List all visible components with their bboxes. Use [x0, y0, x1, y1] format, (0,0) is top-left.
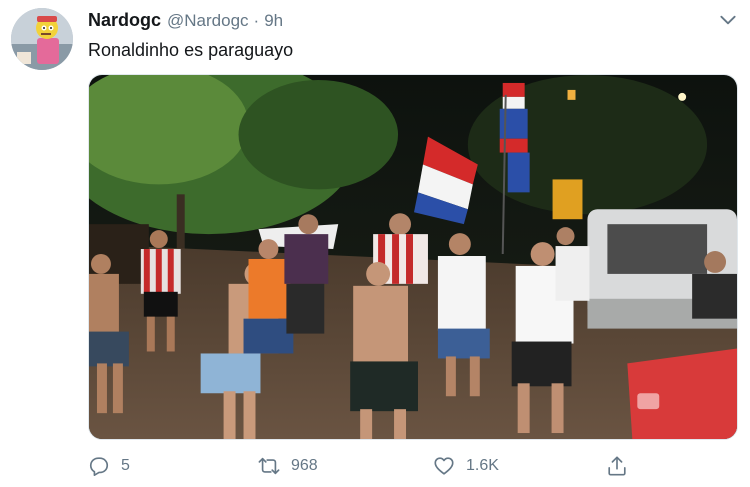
- tweet-text: Ronaldinho es paraguayo: [88, 40, 294, 60]
- share-icon: [608, 456, 626, 476]
- avatar[interactable]: [11, 8, 73, 70]
- tweet-photo[interactable]: [88, 74, 738, 440]
- reply-count: 5: [121, 457, 130, 474]
- tweet-actions: 5 968 1.6K: [88, 450, 648, 482]
- tweet-header: Nardogc @Nardogc · 9h: [88, 10, 736, 34]
- heart-icon: [434, 457, 454, 475]
- display-name[interactable]: Nardogc: [88, 10, 161, 31]
- user-handle[interactable]: @Nardogc: [167, 11, 249, 31]
- reply-button[interactable]: 5: [88, 450, 130, 482]
- cartoon-character-avatar-icon: [11, 8, 73, 70]
- retweet-icon: [258, 457, 280, 475]
- chevron-down-icon[interactable]: [718, 10, 738, 30]
- reply-icon: [89, 457, 109, 476]
- tweet-card: Nardogc @Nardogc · 9h Ronaldinho es para…: [0, 0, 750, 487]
- separator-dot: ·: [253, 11, 260, 30]
- share-button[interactable]: [606, 450, 628, 482]
- retweet-button[interactable]: 968: [258, 450, 318, 482]
- street-celebration-photo-icon: [89, 75, 737, 439]
- retweet-count: 968: [291, 457, 318, 474]
- timestamp[interactable]: 9h: [264, 11, 283, 31]
- like-button[interactable]: 1.6K: [433, 450, 499, 482]
- like-count: 1.6K: [466, 457, 499, 474]
